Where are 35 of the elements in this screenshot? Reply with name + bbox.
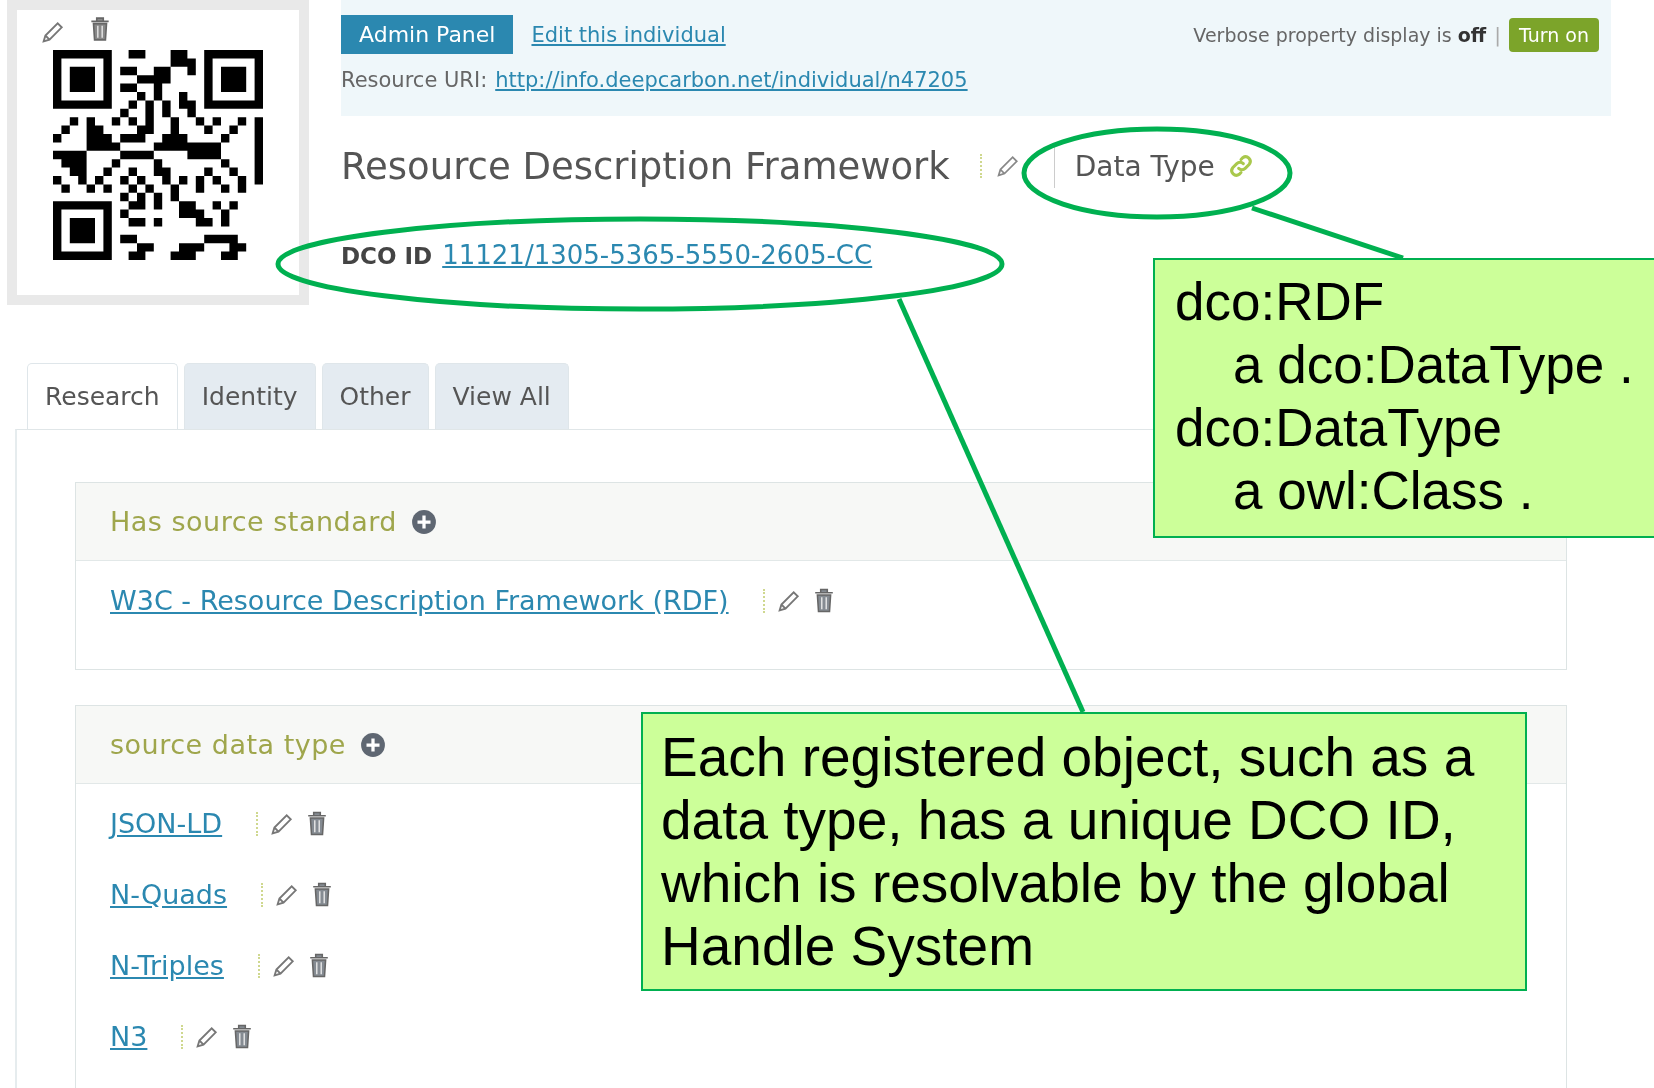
- tab[interactable]: Other: [321, 363, 429, 429]
- trash-icon[interactable]: [231, 1023, 254, 1050]
- dco-id-link[interactable]: 11121/1305-5365-5550-2605-CC: [442, 240, 873, 270]
- value-link[interactable]: N-Quads: [110, 879, 228, 910]
- edit-link[interactable]: Edit this individual: [531, 22, 726, 47]
- trash-icon[interactable]: [89, 16, 111, 42]
- trash-icon[interactable]: [307, 952, 330, 979]
- uri-label: Resource URI:: [341, 68, 488, 92]
- verbose-display-status: Verbose property display is off: [1193, 23, 1487, 46]
- page-title: Resource Description Framework: [341, 144, 950, 188]
- callout-text: Each registered object, such as a data type, has a unique DCO ID, which is resolvable by the global Handle System: [661, 726, 1476, 978]
- trash-icon[interactable]: [306, 810, 329, 837]
- tab[interactable]: Research: [27, 363, 178, 429]
- value-link[interactable]: W3C - Resource Description Framework (RDF): [110, 585, 729, 616]
- admin-panel-button[interactable]: Admin Panel: [341, 15, 514, 54]
- uri-link[interactable]: http://info.deepcarbon.net/individual/n47205: [495, 68, 968, 92]
- value-link[interactable]: N3: [110, 1021, 148, 1052]
- add-icon[interactable]: [359, 731, 386, 758]
- tab[interactable]: Identity: [183, 363, 316, 429]
- section-title: Has source standard: [110, 506, 397, 537]
- tab[interactable]: View All: [434, 363, 569, 429]
- separator: |: [1494, 22, 1501, 47]
- callout-text: dco:DataType: [1175, 397, 1504, 459]
- value-link[interactable]: N-Triples: [110, 950, 224, 981]
- callout-text: a dco:DataType .: [1232, 334, 1635, 396]
- type-label: Data Type: [1074, 149, 1215, 183]
- add-icon[interactable]: [411, 508, 437, 535]
- callout-text: dco:RDF: [1175, 271, 1386, 333]
- callout-text: a owl:Class .: [1232, 460, 1535, 522]
- trash-icon[interactable]: [812, 587, 835, 614]
- dco-id-label: DCO ID: [341, 243, 433, 269]
- trash-icon[interactable]: [311, 881, 334, 908]
- section-title: source data type: [110, 729, 346, 760]
- turn-on-button[interactable]: Turn on: [1509, 17, 1599, 52]
- value-link[interactable]: JSON-LD: [110, 808, 223, 839]
